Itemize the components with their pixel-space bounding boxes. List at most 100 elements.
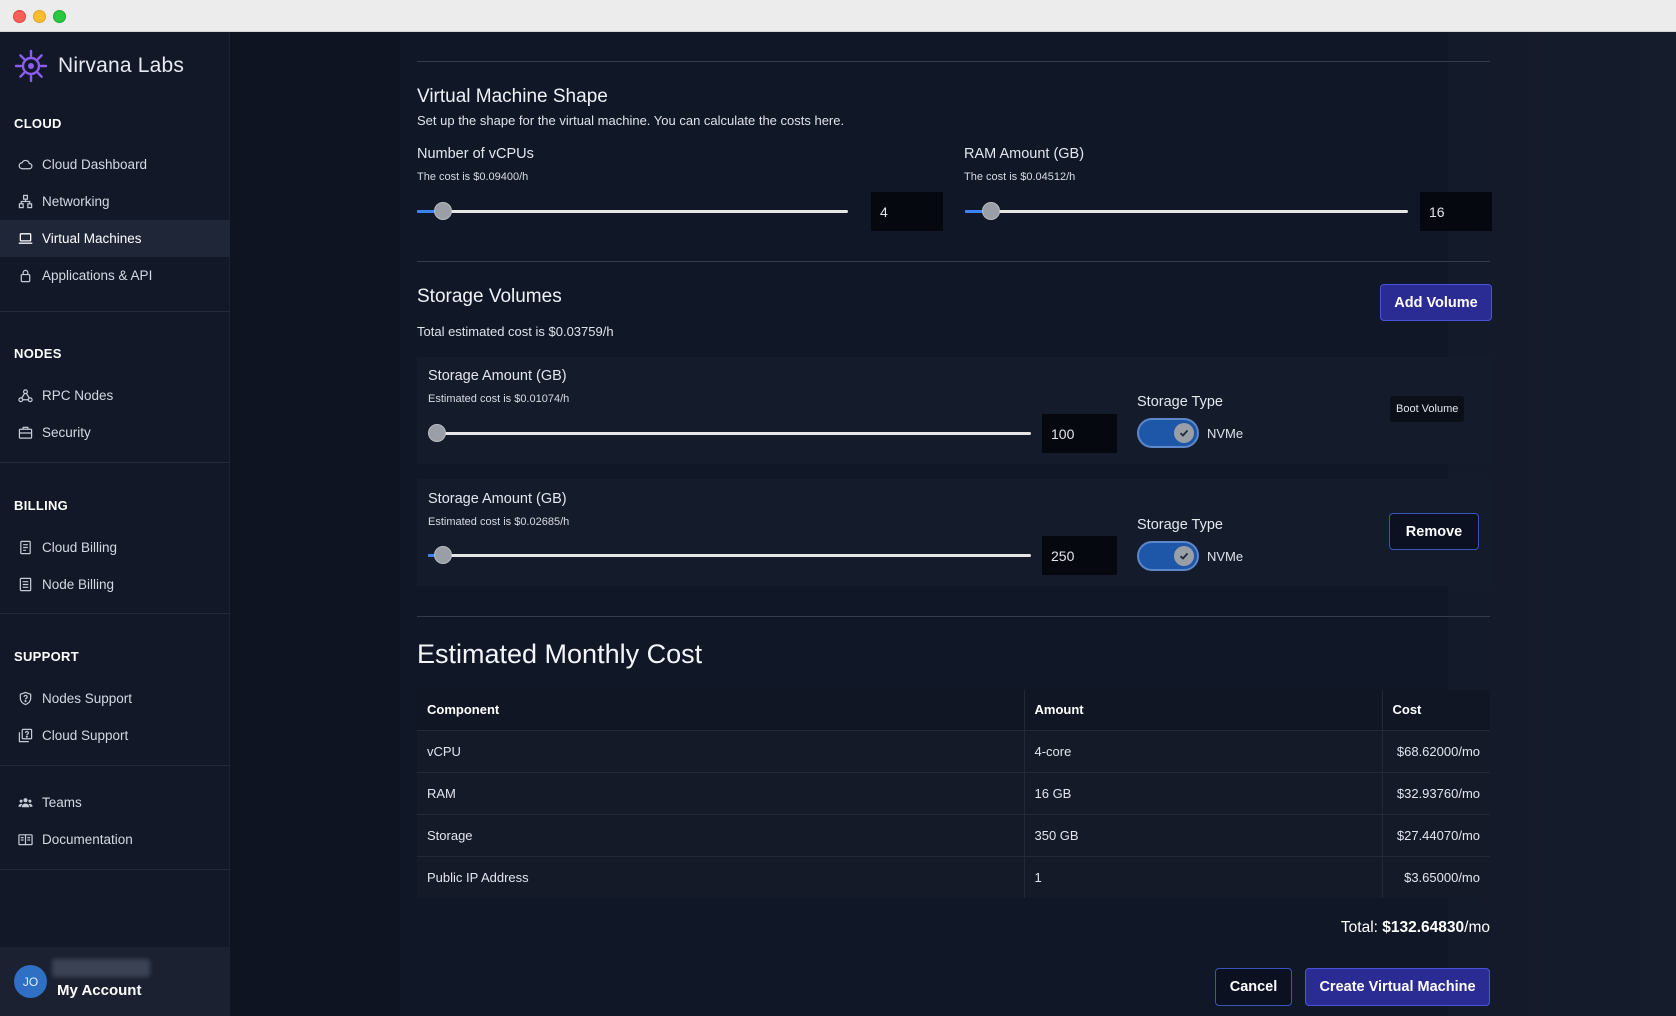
shape-subtitle: Set up the shape for the virtual machine… <box>417 113 845 128</box>
minimize-window-button[interactable] <box>33 10 46 23</box>
toggle-knob <box>1174 546 1194 566</box>
brand-name: Nirvana Labs <box>58 54 185 77</box>
total-label: Total: <box>1340 919 1378 936</box>
section-title-cloud: CLOUD <box>14 116 62 131</box>
remove-volume-button[interactable]: Remove <box>1389 513 1479 550</box>
vcpu-slider[interactable] <box>417 202 848 222</box>
storage-slider[interactable] <box>428 546 1031 566</box>
create-vm-button[interactable]: Create Virtual Machine <box>1305 968 1490 1006</box>
amount-cell: 4-core <box>1024 729 1383 772</box>
sidebar-item-rpc-nodes[interactable]: RPC Nodes <box>0 377 230 414</box>
sidebar-item-label: Cloud Billing <box>42 540 118 555</box>
account-menu[interactable]: JO My Account <box>0 947 230 1016</box>
storage-type-toggle[interactable] <box>1137 541 1199 571</box>
sidebar-item-node-billing[interactable]: Node Billing <box>0 566 230 603</box>
avatar: JO <box>14 965 47 998</box>
sidebar-divider <box>0 311 230 312</box>
help-shield-icon <box>19 691 32 706</box>
storage-type-label: Storage Type <box>1137 394 1223 410</box>
table-row: vCPU 4-core $68.62000/mo <box>417 729 1490 772</box>
sidebar-item-cloud-billing[interactable]: Cloud Billing <box>0 529 230 566</box>
book-icon <box>18 834 33 846</box>
sidebar-item-applications-api[interactable]: Applications & API <box>0 257 230 294</box>
sidebar-item-virtual-machines[interactable]: Virtual Machines <box>0 220 230 257</box>
storage-amount-input[interactable] <box>1042 414 1117 453</box>
section-title-billing: BILLING <box>14 498 69 513</box>
briefcase-icon <box>18 426 33 439</box>
sidebar-item-label: Nodes Support <box>42 691 133 706</box>
ram-input[interactable] <box>1420 192 1492 231</box>
main-content: Virtual Machine Shape Set up the shape f… <box>230 32 1676 1016</box>
vcpu-label: Number of vCPUs <box>417 146 534 162</box>
section-divider <box>417 61 1490 62</box>
amount-cell: 1 <box>1024 855 1383 898</box>
close-window-button[interactable] <box>13 10 26 23</box>
total-cost: Total: $132.64830/mo <box>1341 919 1490 937</box>
storage-cost: Estimated cost is $0.02685/h <box>428 516 570 528</box>
sidebar: Nirvana Labs CLOUD Cloud Dashboard Netwo… <box>0 32 230 1016</box>
sidebar-item-label: Cloud Support <box>42 728 129 743</box>
slider-track <box>417 210 848 213</box>
sidebar-divider <box>0 765 230 766</box>
nirvana-logo-icon <box>14 49 48 83</box>
network-icon <box>18 194 33 209</box>
sidebar-item-cloud-dashboard[interactable]: Cloud Dashboard <box>0 146 230 183</box>
monthly-cost-table: Component Amount Cost vCPU 4-core $68.62… <box>417 690 1490 898</box>
sidebar-item-label: Security <box>42 425 91 440</box>
storage-amount-label: Storage Amount (GB) <box>428 491 567 507</box>
table-header-row: Component Amount Cost <box>417 690 1490 730</box>
zoom-window-button[interactable] <box>53 10 66 23</box>
document-icon <box>19 577 32 592</box>
column-header: Component <box>417 690 1025 730</box>
table-row: Storage 350 GB $27.44070/mo <box>417 813 1490 856</box>
sidebar-item-cloud-support[interactable]: Cloud Support <box>0 717 230 754</box>
section-title-support: SUPPORT <box>14 649 79 664</box>
component-cell: Public IP Address <box>417 855 1025 898</box>
vcpu-input[interactable] <box>871 192 943 231</box>
component-cell: RAM <box>417 771 1025 814</box>
sidebar-item-security[interactable]: Security <box>0 414 230 451</box>
slider-thumb[interactable] <box>433 546 452 564</box>
vcpu-cost: The cost is $0.09400/h <box>417 171 529 183</box>
storage-type-toggle[interactable] <box>1137 418 1199 448</box>
ram-slider[interactable] <box>965 202 1408 222</box>
sidebar-item-networking[interactable]: Networking <box>0 183 230 220</box>
slider-thumb[interactable] <box>433 202 452 220</box>
storage-amount-input[interactable] <box>1042 536 1117 575</box>
sidebar-item-label: Node Billing <box>42 577 115 592</box>
check-icon <box>1179 552 1189 560</box>
slider-thumb[interactable] <box>982 202 1000 220</box>
cancel-button[interactable]: Cancel <box>1215 968 1292 1006</box>
total-unit: /mo <box>1464 919 1490 936</box>
sidebar-item-nodes-support[interactable]: Nodes Support <box>0 680 230 717</box>
slider-track <box>428 432 1031 435</box>
slider-thumb[interactable] <box>428 424 446 442</box>
section-divider <box>417 261 1490 262</box>
boot-volume-badge: Boot Volume <box>1390 396 1465 422</box>
section-divider <box>417 616 1490 617</box>
table-row: Public IP Address 1 $3.65000/mo <box>417 855 1490 898</box>
window-titlebar <box>0 0 1676 32</box>
cloud-icon <box>18 159 33 170</box>
component-cell: vCPU <box>417 729 1025 772</box>
storage-slider[interactable] <box>428 424 1031 444</box>
slider-track <box>428 554 1031 557</box>
nodes-icon <box>18 389 33 403</box>
cost-cell: $27.44070/mo <box>1382 813 1490 856</box>
sidebar-item-label: Virtual Machines <box>42 231 142 246</box>
add-volume-button[interactable]: Add Volume <box>1380 284 1492 321</box>
cost-cell: $32.93760/mo <box>1382 771 1490 814</box>
component-cell: Storage <box>417 813 1025 856</box>
laptop-icon <box>18 233 33 244</box>
redacted-user-name <box>52 959 150 977</box>
cost-cell: $68.62000/mo <box>1382 729 1490 772</box>
sidebar-item-documentation[interactable]: Documentation <box>0 821 230 858</box>
column-header: Cost <box>1382 690 1490 730</box>
sidebar-item-label: Teams <box>42 795 82 810</box>
brand-logo[interactable]: Nirvana Labs <box>14 48 184 84</box>
slider-track <box>965 210 1408 213</box>
team-icon <box>18 798 33 808</box>
shape-title: Virtual Machine Shape <box>417 86 608 107</box>
receipt-icon <box>20 540 31 555</box>
sidebar-item-teams[interactable]: Teams <box>0 784 230 821</box>
